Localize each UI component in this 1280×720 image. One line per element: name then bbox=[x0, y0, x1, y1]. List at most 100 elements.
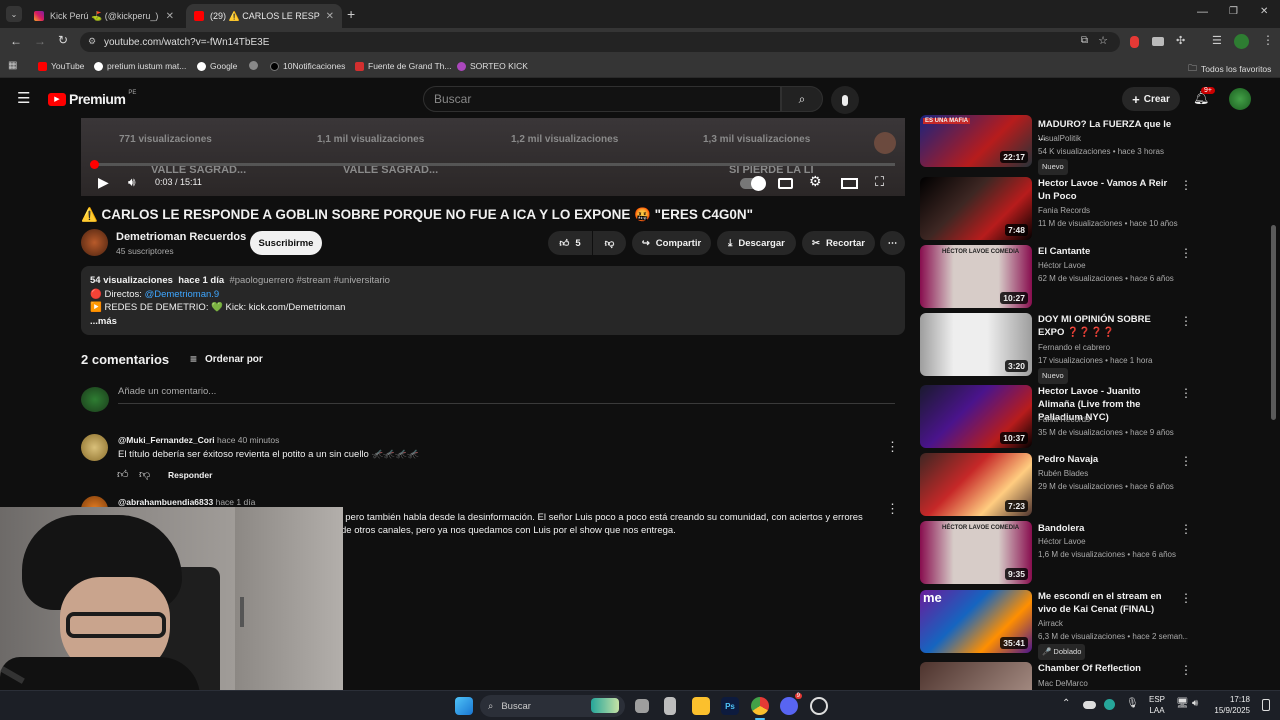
video-thumbnail[interactable]: HÉCTOR LAVOE COMEDIA 10:27 bbox=[920, 245, 1032, 308]
video-menu-icon[interactable]: ⋮ bbox=[1180, 522, 1192, 536]
bookmark-fuente[interactable]: Fuente de Grand Th... bbox=[355, 61, 451, 71]
page-scrollbar[interactable] bbox=[1271, 225, 1276, 420]
chrome-icon[interactable] bbox=[751, 697, 769, 715]
security-icon[interactable] bbox=[1104, 699, 1115, 710]
video-thumbnail[interactable]: ES UNA MAFIA 22:17 bbox=[920, 115, 1032, 167]
theater-mode-icon[interactable] bbox=[841, 178, 858, 189]
video-menu-icon[interactable]: ⋮ bbox=[1180, 454, 1192, 468]
video-player[interactable]: 771 visualizaciones 1,1 mil visualizacio… bbox=[81, 118, 905, 196]
video-menu-icon[interactable]: ⋮ bbox=[1180, 246, 1192, 260]
description-box[interactable]: 54 visualizaciones hace 1 día #paologuer… bbox=[81, 266, 905, 335]
video-thumbnail[interactable]: 10:37 bbox=[920, 385, 1032, 448]
video-title[interactable]: Hector Lavoe - Vamos A Reir Un Poco bbox=[1038, 177, 1178, 203]
dislike-button[interactable]: 👎︎ bbox=[593, 231, 626, 255]
video-menu-icon[interactable]: ⋮ bbox=[1180, 591, 1192, 605]
volume-tray-icon[interactable]: 🔊︎ bbox=[1192, 698, 1198, 709]
video-title[interactable]: Chamber Of Reflection bbox=[1038, 662, 1178, 675]
url-field[interactable]: ⚙ youtube.com/watch?v=-fWn14TbE3E ⧉ ☆ bbox=[80, 32, 1120, 52]
endscreen-channel-icon[interactable] bbox=[874, 132, 896, 154]
site-info-icon[interactable]: ⚙ bbox=[88, 36, 96, 47]
subscribe-button[interactable]: Suscribirme bbox=[250, 231, 322, 255]
video-menu-icon[interactable]: ⋮ bbox=[1180, 178, 1192, 192]
media-icon[interactable]: ☰ bbox=[1212, 34, 1222, 47]
video-thumbnail[interactable]: HÉCTOR LAVOE COMEDIA 9:35 bbox=[920, 521, 1032, 584]
apps-grid-icon[interactable]: ▦ bbox=[8, 60, 17, 71]
scrubber-handle[interactable] bbox=[89, 160, 99, 169]
video-thumbnail[interactable]: 7:48 bbox=[920, 177, 1032, 240]
close-icon[interactable]: ✕ bbox=[326, 11, 334, 22]
back-icon[interactable]: ← bbox=[10, 34, 22, 48]
notifications-button[interactable]: 🔔︎ 9+ bbox=[1193, 87, 1215, 106]
youtube-logo[interactable]: ▶ Premium PE bbox=[48, 90, 136, 107]
comment-avatar[interactable] bbox=[81, 434, 108, 461]
add-comment-input[interactable]: Añade un comentario... bbox=[118, 386, 895, 404]
onedrive-icon[interactable] bbox=[1083, 701, 1096, 709]
close-icon[interactable]: ✕ bbox=[166, 11, 174, 22]
search-button[interactable]: ⌕ bbox=[781, 86, 823, 112]
video-thumbnail[interactable]: 7:23 bbox=[920, 453, 1032, 516]
video-thumbnail[interactable]: me 35:41 bbox=[920, 590, 1032, 653]
reload-icon[interactable]: ↻ bbox=[58, 33, 68, 47]
extension-icon[interactable] bbox=[1152, 37, 1164, 46]
mic-tray-icon[interactable]: 🎙︎ bbox=[1126, 698, 1139, 709]
hashtags[interactable]: #paologuerrero #stream #universitario bbox=[229, 275, 390, 286]
video-channel[interactable]: Héctor Lavoe bbox=[1038, 535, 1188, 549]
play-icon[interactable]: ▶ bbox=[98, 174, 109, 191]
task-view-icon[interactable] bbox=[635, 699, 649, 713]
user-avatar[interactable] bbox=[1229, 88, 1251, 110]
channel-link[interactable]: @Demetrioman.9 bbox=[145, 289, 220, 300]
forward-icon[interactable]: → bbox=[34, 34, 46, 48]
tab-instagram[interactable]: Kick Perú ⛳ (@kickperu_) • Fot ✕ bbox=[26, 4, 182, 28]
autoplay-toggle[interactable] bbox=[740, 176, 766, 191]
comment-like-icon[interactable]: 👍︎ bbox=[117, 468, 129, 481]
video-menu-icon[interactable]: ⋮ bbox=[1180, 386, 1192, 400]
extension-red-icon[interactable] bbox=[1130, 36, 1139, 48]
app-icon[interactable] bbox=[664, 697, 676, 715]
show-more-button[interactable]: ...más bbox=[90, 315, 896, 329]
tab-search-icon[interactable]: ⌄ bbox=[6, 6, 22, 22]
photoshop-icon[interactable]: Ps bbox=[721, 697, 739, 715]
video-thumbnail[interactable]: 3:20 bbox=[920, 313, 1032, 376]
discord-icon[interactable]: 9 bbox=[780, 693, 802, 715]
clip-button[interactable]: ✂ Recortar bbox=[802, 231, 875, 255]
new-tab-button[interactable]: + bbox=[347, 6, 355, 22]
video-menu-icon[interactable]: ⋮ bbox=[1180, 314, 1192, 328]
bookmark-youtube[interactable]: YouTube bbox=[38, 61, 84, 71]
more-actions-button[interactable]: ⋯ bbox=[880, 231, 905, 255]
system-clock[interactable]: 17:18 15/9/2025 bbox=[1208, 694, 1250, 716]
fullscreen-icon[interactable]: ⛶ bbox=[875, 174, 884, 190]
comment-dislike-icon[interactable]: 👎︎ bbox=[139, 468, 150, 481]
video-channel[interactable]: Mac DeMarco bbox=[1038, 677, 1188, 691]
video-title[interactable]: Me escondí en el stream en vivo de Kai C… bbox=[1038, 590, 1178, 616]
progress-bar[interactable] bbox=[91, 163, 895, 166]
install-icon[interactable]: ⧉ bbox=[1081, 35, 1088, 46]
menu-kebab-icon[interactable]: ⋮ bbox=[1262, 33, 1274, 47]
video-title[interactable]: Pedro Navaja bbox=[1038, 453, 1178, 466]
video-channel[interactable]: Fernando el cabrero bbox=[1038, 341, 1188, 355]
sort-by-button[interactable]: ≡ Ordenar por bbox=[190, 352, 263, 366]
video-title[interactable]: El Cantante bbox=[1038, 245, 1178, 258]
settings-gear-icon[interactable]: ⚙ bbox=[809, 173, 822, 190]
bookmark-globe[interactable] bbox=[249, 61, 258, 70]
create-button[interactable]: + Crear bbox=[1122, 87, 1180, 111]
comment-menu-icon[interactable]: ⋮ bbox=[886, 439, 899, 455]
puzzle-icon[interactable]: ✣ bbox=[1176, 34, 1185, 47]
windows-start-icon[interactable] bbox=[455, 697, 473, 715]
taskbar-search[interactable]: ⌕ Buscar bbox=[480, 695, 625, 717]
tab-youtube[interactable]: (29) ⚠️ CARLOS LE RESPO ✕ bbox=[186, 4, 342, 28]
channel-name[interactable]: Demetrioman Recuerdos bbox=[116, 231, 246, 243]
video-title[interactable]: Bandolera bbox=[1038, 522, 1178, 535]
bookmark-pretium[interactable]: pretium iustum mat... bbox=[94, 61, 186, 71]
all-favorites[interactable]: 🗀 Todos los favoritos bbox=[1188, 61, 1271, 77]
video-menu-icon[interactable]: ⋮ bbox=[1180, 663, 1192, 677]
volume-icon[interactable]: 🔊︎ bbox=[128, 175, 136, 190]
mic-button[interactable] bbox=[831, 86, 859, 114]
minimize-icon[interactable]: — bbox=[1197, 6, 1208, 18]
video-thumbnail[interactable] bbox=[920, 662, 1032, 690]
maximize-icon[interactable]: ❐ bbox=[1229, 6, 1238, 17]
comment-author[interactable]: @Muki_Fernandez_Cori hace 40 minutos bbox=[118, 435, 279, 445]
bookmark-star-icon[interactable]: ☆ bbox=[1098, 34, 1108, 47]
language-indicator[interactable]: ESP LAA bbox=[1147, 694, 1167, 716]
close-window-icon[interactable]: ✕ bbox=[1260, 6, 1268, 17]
reply-button[interactable]: Responder bbox=[168, 470, 212, 480]
